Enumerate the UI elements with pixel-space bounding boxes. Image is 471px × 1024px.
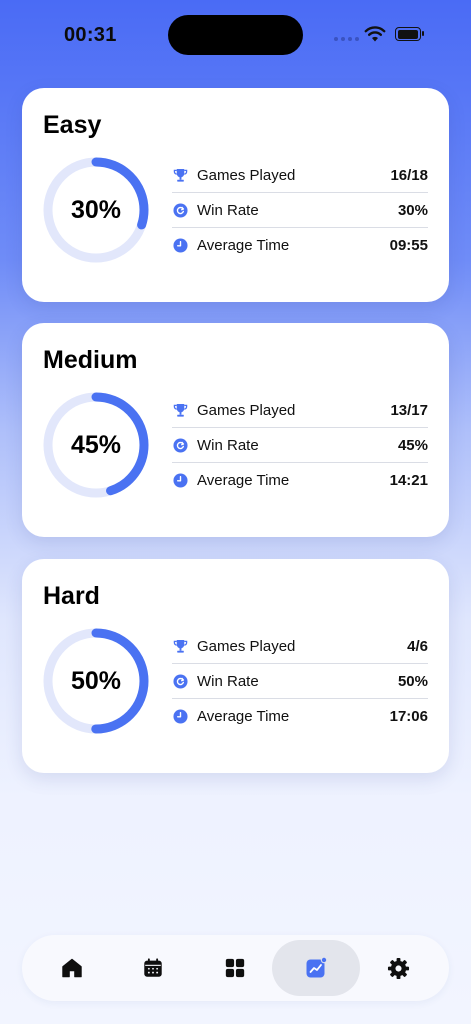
stat-value: 13/17: [390, 401, 428, 419]
stat-label: Average Time: [197, 471, 290, 489]
trophy-icon: [172, 638, 188, 654]
stat-label: Win Rate: [197, 672, 259, 690]
stat-label: Win Rate: [197, 201, 259, 219]
stat-row-games-played: Games Played 13/17: [172, 393, 428, 428]
stat-value: 09:55: [389, 236, 428, 254]
battery-icon: [395, 27, 424, 41]
stat-label: Games Played: [197, 401, 296, 419]
grid-icon: [225, 958, 245, 978]
status-time: 00:31: [64, 24, 117, 46]
tab-bar: [22, 935, 449, 1001]
stat-row-win-rate: Win Rate 50%: [172, 664, 428, 699]
refresh-icon: [172, 202, 188, 218]
progress-ring-label: 30%: [70, 195, 122, 224]
stat-row-average-time: Average Time 09:55: [172, 228, 428, 262]
tab-calendar[interactable]: [109, 940, 197, 996]
stat-value: 4/6: [407, 637, 428, 655]
progress-ring: 45%: [42, 391, 150, 499]
statistics-icon: [306, 956, 328, 978]
progress-ring: 30%: [42, 156, 150, 264]
stat-value: 30%: [397, 201, 428, 219]
calendar-icon: [144, 958, 162, 977]
progress-ring-label: 45%: [70, 430, 122, 459]
refresh-icon: [172, 673, 188, 689]
trophy-icon: [172, 402, 188, 418]
stat-row-games-played: Games Played 16/18: [172, 158, 428, 193]
refresh-icon: [172, 437, 188, 453]
stat-row-average-time: Average Time 14:21: [172, 463, 428, 497]
stat-label: Win Rate: [197, 436, 259, 454]
stats-list: Games Played 4/6 Win Rate 50% Average Ti…: [172, 629, 428, 733]
stat-value: 45%: [397, 436, 428, 454]
wifi-icon: [364, 26, 386, 42]
clock-icon: [172, 708, 188, 724]
clock-icon: [172, 472, 188, 488]
stat-label: Games Played: [197, 166, 296, 184]
tab-grid[interactable]: [191, 940, 279, 996]
cellular-signal-icon: [334, 37, 359, 41]
stats-list: Games Played 13/17 Win Rate 45% Average …: [172, 393, 428, 497]
stat-value: 16/18: [390, 166, 428, 184]
home-icon: [62, 958, 82, 978]
stat-row-win-rate: Win Rate 30%: [172, 193, 428, 228]
clock-icon: [172, 237, 188, 253]
difficulty-card-hard: Hard 50% Games Played 4/6 Win Rate 50% A…: [22, 559, 449, 773]
tab-home[interactable]: [28, 940, 116, 996]
stat-value: 17:06: [389, 707, 428, 725]
trophy-icon: [172, 167, 188, 183]
tab-settings[interactable]: [354, 940, 442, 996]
card-title: Hard: [43, 582, 100, 610]
status-bar: 00:31: [0, 0, 471, 70]
difficulty-card-medium: Medium 45% Games Played 13/17 Win Rate 4…: [22, 323, 449, 537]
difficulty-card-easy: Easy 30% Games Played 16/18 Win Rate 30%: [22, 88, 449, 302]
progress-ring-label: 50%: [70, 666, 122, 695]
stat-label: Games Played: [197, 637, 296, 655]
stat-row-average-time: Average Time 17:06: [172, 699, 428, 733]
stat-value: 14:21: [389, 471, 428, 489]
stat-value: 50%: [397, 672, 428, 690]
card-title: Medium: [43, 346, 138, 374]
dynamic-island: [168, 15, 303, 55]
stat-row-win-rate: Win Rate 45%: [172, 428, 428, 463]
progress-ring: 50%: [42, 627, 150, 735]
gear-icon: [387, 957, 409, 979]
stats-list: Games Played 16/18 Win Rate 30% Average …: [172, 158, 428, 262]
stat-label: Average Time: [197, 707, 290, 725]
card-title: Easy: [43, 111, 102, 139]
stat-label: Average Time: [197, 236, 290, 254]
tab-statistics[interactable]: [272, 940, 360, 996]
stat-row-games-played: Games Played 4/6: [172, 629, 428, 664]
